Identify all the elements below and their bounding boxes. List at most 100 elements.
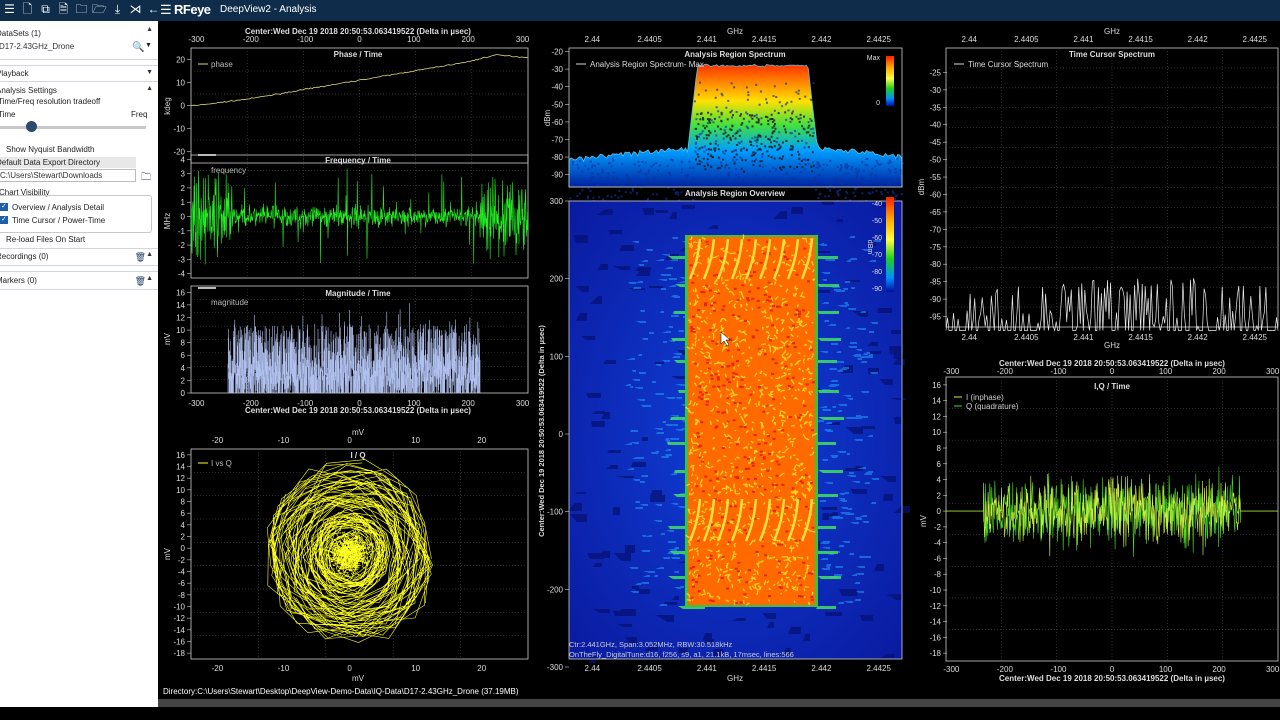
mag-xtick: 300 [516,399,530,408]
iq-ytick: 0 [181,544,186,553]
trash-icon[interactable]: 🗑 [135,276,146,287]
iq-bottom-xtick: 10 [411,664,420,673]
tc-ytick: -25 [929,68,941,77]
download-icon[interactable]: ⤓ [110,2,125,17]
bottom-strip [0,707,1280,720]
file-add-icon[interactable]: 🗎 [56,2,71,17]
reload-toggle[interactable]: Re-load Files On Start [6,235,158,244]
freq-ytick: 1 [181,198,186,207]
tc-ytick: -75 [929,243,941,252]
wf-bottom-xtick: 2.4405 [637,664,662,673]
chevron-up-icon[interactable]: ▲ [146,26,153,33]
chevron-up-icon[interactable]: ▲ [146,275,153,282]
tc-ytick: -30 [929,86,941,95]
spec-ytick: -90 [551,171,563,180]
iqt-bottom-xtick: 100 [1159,665,1173,674]
divider [0,59,158,60]
wf-bottom-xtick: 2.4425 [866,664,891,673]
mag-ytick: 10 [176,326,185,335]
freq-label: Freq [131,110,148,119]
iqt-ytick: -4 [934,539,942,548]
spec-top-xtick: 2.441 [697,35,718,44]
spec-colorbar [886,56,894,106]
spec-ytick: -60 [551,118,563,127]
tc-bottom-xtick: 2.44 [961,333,977,342]
iqt-top-xtick: -200 [997,367,1014,376]
chevron-down-icon[interactable]: ▼ [145,42,152,49]
list-icon[interactable]: ☰ [2,2,17,17]
wf-ytick: 100 [550,352,564,361]
file-icon[interactable]: 🗋 [20,2,35,17]
iqt-top-xtick: 200 [1212,367,1226,376]
collapse-icon[interactable]: ⋊ [128,2,143,17]
copy-icon[interactable]: ⧉ [38,2,53,17]
iq-top-xtick: -20 [212,436,224,445]
iqt-ytick: 4 [937,476,942,485]
checkbox-checked-icon[interactable] [0,215,8,224]
tc-bottom-xtick: 2.442 [1188,333,1209,342]
wf-ylabel: Center:Wed Dec 19 2018 20:50:53.06341952… [537,325,546,537]
horizontal-scrollbar[interactable] [158,699,1280,707]
wf-ytick: 0 [559,430,564,439]
wf-bottom-label: GHz [727,674,743,683]
spec-ytick: -40 [551,83,563,92]
spec-top-label: GHz [727,27,743,36]
playback-header[interactable]: Playback [0,69,154,78]
iqt-ytick: 2 [937,491,942,500]
phase-xtick: -200 [243,35,260,44]
tradeoff-slider[interactable] [0,126,146,129]
freq-ytick: -1 [178,227,186,236]
mag-ytick: 16 [176,288,185,297]
wf-bottom-xtick: 2.4415 [752,664,777,673]
folder-icon[interactable]: 🗀 [74,2,89,17]
export-dir-field[interactable]: C:\Users\Stewart\Downloads [0,169,136,182]
mag-ytick: 8 [181,339,186,348]
checkbox-checked-icon[interactable] [0,202,8,211]
dataset-field[interactable]: D17-2.43GHz_Drone [0,41,136,54]
iqt-top-xtick: 100 [1159,367,1173,376]
window-title: DeepView2 - Analysis [220,4,317,15]
toolbar: ☰ 🗋 ⧉ 🗎 🗀 🗁 ⤓ ⋊ ← [2,2,161,17]
iq-ytick: -16 [173,638,185,647]
trash-icon[interactable]: 🗑 [135,252,146,263]
tc-xlabel-top: GHz [1104,27,1120,36]
search-icon[interactable]: 🔍 [132,42,144,53]
analysis-settings-header[interactable]: Analysis Settings [0,86,154,95]
iqt-ytick: -16 [929,633,941,642]
iq-ytick: 4 [181,521,186,530]
folder-icon[interactable]: 🗀 [141,170,151,187]
charts-canvas[interactable]: Center:Wed Dec 19 2018 20:50:53.06341952… [158,21,1280,686]
status-bar: Directory:C:\Users\Stewart\Desktop\DeepV… [158,686,1280,698]
spec-top-xtick: 2.4425 [866,35,891,44]
recordings-header[interactable]: Recordings (0) [0,252,154,261]
timecursor-checkbox[interactable]: Time Cursor / Power-Time [0,215,158,225]
nyquist-toggle[interactable]: Show Nyquist Bandwidth [6,145,158,154]
markers-header[interactable]: Markers (0) [0,276,154,285]
phase-ylabel: kdeg [163,97,172,114]
freq-ytick: 4 [181,155,186,164]
tc-series-line [945,278,1279,332]
tradeoff-slider-thumb[interactable] [26,121,37,132]
chevron-down-icon[interactable]: ▼ [146,69,153,76]
wf-colorbar-tick: -50 [872,218,882,225]
mag-ytick: 14 [176,301,185,310]
spec-ytick: -50 [551,100,563,109]
overview-checkbox[interactable]: Overview / Analysis Detail [0,202,158,212]
plot-area: Center:Wed Dec 19 2018 20:50:53.06341952… [158,21,1280,686]
chart-visibility-group [0,195,152,233]
chevron-up-icon[interactable]: ▲ [146,251,153,258]
export-dir-label: Default Data Export Directory [0,157,136,168]
datasets-header[interactable]: DataSets (1) [0,29,154,38]
iqt-top-xtick: 300 [1266,367,1280,376]
iq-bottom-xtick: 0 [347,664,352,673]
freq-ytick: 3 [181,170,186,179]
wf-ytick: -300 [547,663,564,672]
back-icon[interactable]: ← [146,2,161,17]
iq-ytick: -14 [173,626,185,635]
chevron-up-icon[interactable]: ▲ [146,85,153,92]
iq-xlabel-top: mV [352,428,365,437]
menu-icon[interactable]: ☰ [160,2,172,18]
iq-ytick: 6 [181,509,186,518]
iqt-bottom-xtick: 0 [1110,665,1115,674]
folder-open-icon[interactable]: 🗁 [92,2,107,17]
